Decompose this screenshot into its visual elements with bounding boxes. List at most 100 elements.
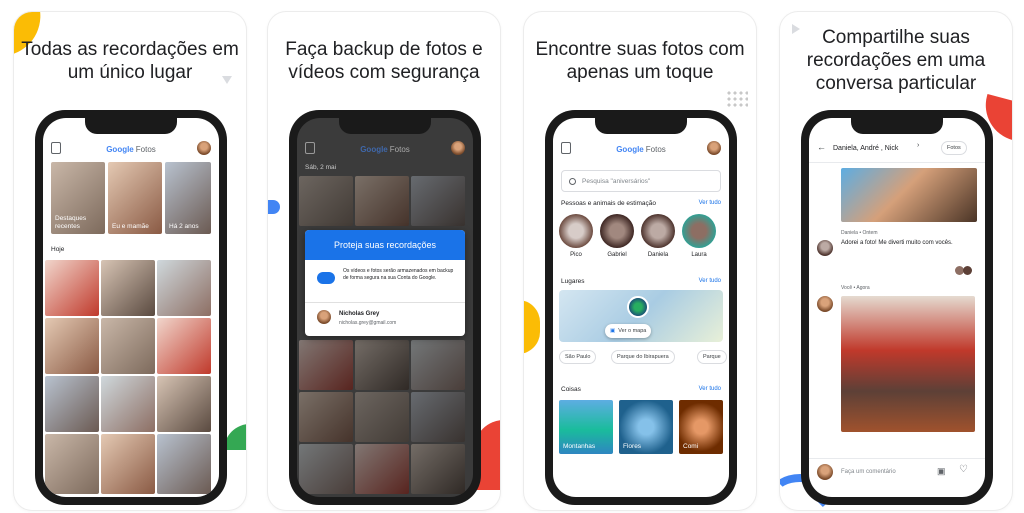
caption: Faça backup de fotos e vídeos com segura…	[285, 39, 483, 83]
photo-thumbnail[interactable]	[101, 318, 155, 374]
photo-thumbnail[interactable]	[299, 392, 353, 442]
see-all-things-link[interactable]: Ver tudo	[699, 386, 721, 392]
product-name: Fotos	[135, 144, 156, 154]
person-name: Daniela	[647, 252, 669, 258]
shopping-bag-icon[interactable]	[305, 142, 315, 154]
product-name: Fotos	[645, 144, 666, 154]
highlight-card[interactable]: Há 2 anos	[165, 162, 211, 234]
card-search: Encontre suas fotos com apenas um toque …	[524, 12, 756, 510]
app-header: Google Fotos	[297, 138, 473, 160]
person-face[interactable]	[641, 214, 675, 248]
blue-shape-decoration	[268, 200, 280, 214]
photo-thumbnail[interactable]	[45, 434, 99, 494]
avatar[interactable]	[707, 141, 721, 155]
dialog-title: Proteja suas recordações	[305, 230, 465, 260]
photo-thumbnail[interactable]	[355, 176, 409, 226]
people-section-title: Pessoas e animais de estimação	[561, 200, 657, 207]
account-avatar	[317, 310, 331, 324]
person-face[interactable]	[559, 214, 593, 248]
back-arrow-icon[interactable]: ←	[817, 142, 826, 152]
photo-thumbnail[interactable]	[299, 340, 353, 390]
avatar[interactable]	[451, 141, 465, 155]
place-chip[interactable]: Parque do Ibirapuera	[611, 350, 675, 364]
account-email: nicholas.grey@gmail.com	[339, 320, 397, 326]
view-map-button[interactable]: ▣ Ver o mapa	[605, 324, 652, 338]
photo-thumbnail[interactable]	[157, 376, 211, 432]
highlight-card[interactable]: Destaques recentes	[51, 162, 105, 234]
message-meta: Você • Agora	[841, 285, 870, 291]
thing-card[interactable]: Montanhas	[559, 400, 613, 454]
shared-photo[interactable]	[841, 168, 977, 222]
photo-thumbnail[interactable]	[411, 176, 465, 226]
caption: Compartilhe suas recordações em uma conv…	[806, 27, 986, 94]
photo-thumbnail[interactable]	[157, 260, 211, 316]
photo-thumbnail[interactable]	[157, 318, 211, 374]
photos-button[interactable]: Fotos	[941, 141, 967, 155]
places-section-title: Lugares	[561, 278, 585, 285]
thing-card[interactable]: Comi	[679, 400, 723, 454]
photo-thumbnail[interactable]	[45, 376, 99, 432]
comment-input[interactable]: Faça um comentário	[841, 468, 896, 477]
avatar	[817, 240, 833, 256]
map-pin	[627, 296, 649, 318]
caption: Encontre suas fotos com apenas um toque	[535, 39, 745, 83]
photo-thumbnail[interactable]	[299, 444, 353, 494]
search-icon	[569, 178, 576, 185]
search-placeholder: Pesquisa "aniversários"	[582, 177, 651, 185]
person-name: Pico	[570, 252, 582, 258]
place-chip[interactable]: Parque	[697, 350, 727, 364]
person-face[interactable]	[682, 214, 716, 248]
read-receipt-avatar	[963, 266, 972, 275]
thing-card[interactable]: Flores	[619, 400, 673, 454]
caption: Todas as recordações em um único lugar	[21, 39, 239, 83]
phone-frame: Google Fotos Destaques recentes Eu e mam…	[35, 110, 227, 505]
photo-thumbnail[interactable]	[45, 260, 99, 316]
add-photo-icon[interactable]: ▣	[937, 466, 946, 477]
cloud-check-icon	[317, 272, 335, 284]
photo-thumbnail[interactable]	[411, 392, 465, 442]
heart-icon[interactable]: ♡	[959, 464, 968, 475]
message-text: Adorei a foto! Me diverti muito com você…	[841, 240, 953, 246]
chat-title[interactable]: Daniela, André , Nick	[833, 144, 898, 153]
photo-thumbnail[interactable]	[355, 444, 409, 494]
photo-thumbnail[interactable]	[411, 444, 465, 494]
photo-thumbnail[interactable]	[411, 340, 465, 390]
phone-frame: ← Daniela, André , Nick › Fotos Daniela …	[801, 110, 993, 505]
things-section-title: Coisas	[561, 386, 581, 393]
chevron-right-icon[interactable]: ›	[917, 142, 919, 149]
photo-thumbnail[interactable]	[101, 434, 155, 494]
avatar[interactable]	[197, 141, 211, 155]
google-logo: Google	[360, 144, 388, 154]
photo-thumbnail[interactable]	[157, 434, 211, 494]
places-map[interactable]: ▣ Ver o mapa	[559, 290, 723, 342]
backup-dialog: Proteja suas recordações Os vídeos e fot…	[305, 230, 465, 336]
highlight-card[interactable]: Eu e mamãe	[108, 162, 162, 234]
phone-notch	[85, 118, 177, 134]
see-all-people-link[interactable]: Ver tudo	[699, 200, 721, 206]
phone-frame: Google Fotos Pesquisa "aniversários" Pes…	[545, 110, 737, 505]
photo-thumbnail[interactable]	[101, 376, 155, 432]
shopping-bag-icon[interactable]	[51, 142, 61, 154]
shopping-bag-icon[interactable]	[561, 142, 571, 154]
person-name: Laura	[691, 252, 707, 258]
avatar	[817, 296, 833, 312]
account-name: Nicholas Grey	[339, 311, 380, 317]
google-logo: Google	[616, 144, 644, 154]
app-header: Google Fotos	[553, 138, 729, 160]
date-label: Sáb, 2 mai	[305, 164, 337, 171]
message-meta: Daniela • Ontem	[841, 230, 878, 236]
photo-thumbnail[interactable]	[101, 260, 155, 316]
avatar	[817, 464, 833, 480]
dots-decoration	[726, 90, 748, 108]
place-chip[interactable]: São Paulo	[559, 350, 597, 364]
see-all-places-link[interactable]: Ver tudo	[699, 278, 721, 284]
person-face[interactable]	[600, 214, 634, 248]
photo-thumbnail[interactable]	[299, 176, 353, 226]
search-input[interactable]: Pesquisa "aniversários"	[561, 170, 721, 192]
photo-thumbnail[interactable]	[45, 318, 99, 374]
photo-thumbnail[interactable]	[355, 392, 409, 442]
shared-photo[interactable]	[841, 296, 975, 432]
card-all-memories: Todas as recordações em um único lugar G…	[14, 12, 246, 510]
photo-thumbnail[interactable]	[355, 340, 409, 390]
card-share: Compartilhe suas recordações em uma conv…	[780, 12, 1012, 510]
